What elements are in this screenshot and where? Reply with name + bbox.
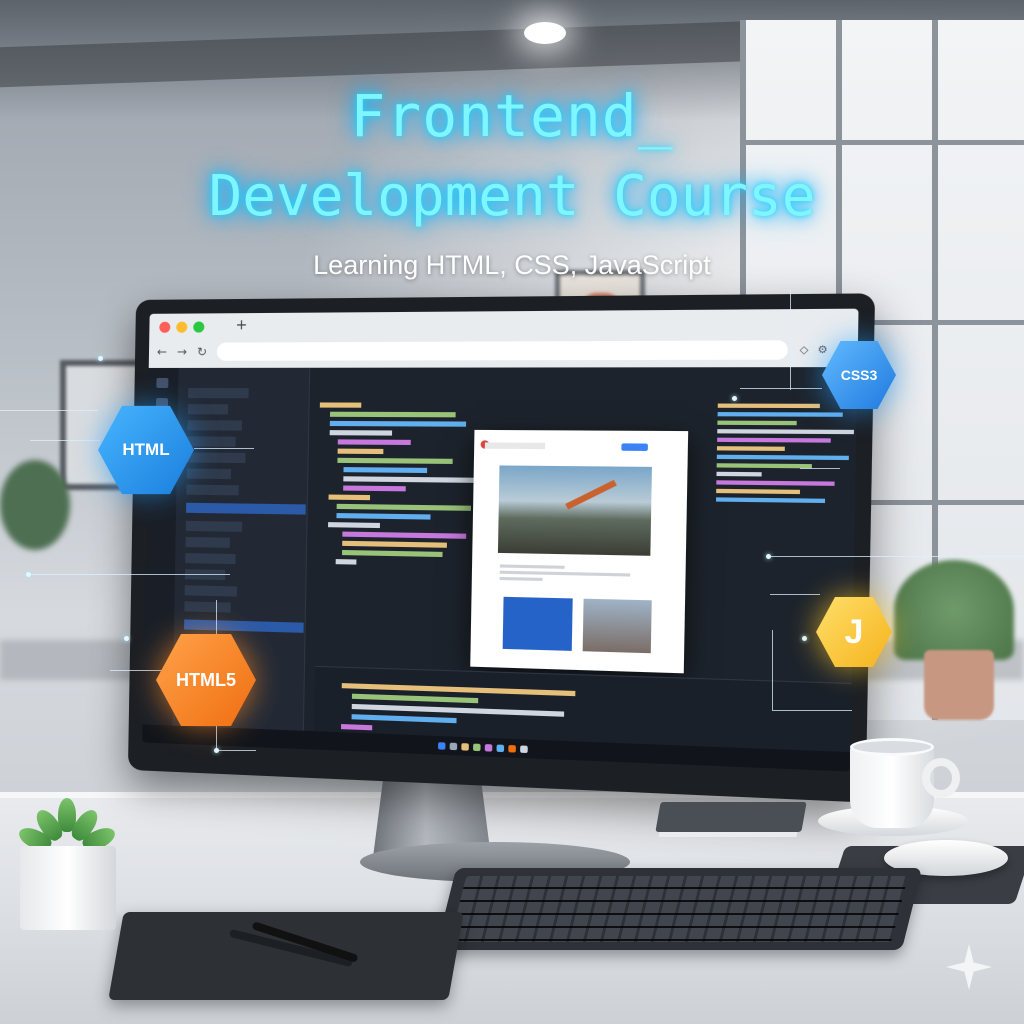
file-item[interactable] xyxy=(185,553,236,565)
code-pane xyxy=(317,398,477,571)
file-item[interactable] xyxy=(184,585,238,597)
file-item[interactable] xyxy=(187,436,236,447)
taskbar-app-icon[interactable] xyxy=(473,743,481,751)
forward-arrow-icon[interactable]: → xyxy=(177,345,187,359)
reload-icon[interactable]: ↻ xyxy=(197,345,207,359)
taskbar-app-icon[interactable] xyxy=(496,743,505,752)
taskbar-app-icon[interactable] xyxy=(508,744,516,753)
file-item-selected[interactable] xyxy=(184,619,304,633)
taskbar-app-icon[interactable] xyxy=(484,743,493,752)
file-item[interactable] xyxy=(186,468,232,480)
monitor-screen: + ← → ↻ ◇ ⚙ ⋮ xyxy=(142,308,859,772)
background-plant-left xyxy=(0,460,70,550)
taskbar-app-icon[interactable] xyxy=(449,742,458,750)
preview-header xyxy=(484,442,546,450)
preview-card-blue xyxy=(502,596,573,651)
notebook xyxy=(108,912,464,1000)
window-controls xyxy=(159,321,205,333)
background-plant-right xyxy=(894,560,1014,660)
title-line-2: Development Course xyxy=(208,164,816,229)
preview-hero-image xyxy=(497,465,652,556)
taskbar-app-icon[interactable] xyxy=(437,741,446,750)
title-line-1: Frontend_ xyxy=(350,82,674,150)
background-plant-pot xyxy=(924,650,994,720)
close-dot-icon[interactable] xyxy=(159,321,171,333)
monitor: + ← → ↻ ◇ ⚙ ⋮ xyxy=(127,293,876,803)
preview-text-lines xyxy=(499,561,653,586)
file-item[interactable] xyxy=(185,520,243,532)
taskbar-app-icon[interactable] xyxy=(520,744,528,753)
file-item-selected[interactable] xyxy=(186,502,306,515)
subtitle: Learning HTML, CSS, JavaScript xyxy=(313,250,711,280)
coffee-cup-handle xyxy=(922,758,960,798)
browser-chrome: + ← → ↻ ◇ ⚙ ⋮ xyxy=(148,308,859,368)
file-item[interactable] xyxy=(186,452,246,464)
url-bar[interactable] xyxy=(216,340,789,361)
file-item[interactable] xyxy=(187,404,229,415)
code-editor xyxy=(142,367,859,772)
succulent-pot xyxy=(20,846,116,930)
file-item[interactable] xyxy=(188,388,249,399)
coffee-cup-rim xyxy=(850,738,934,756)
new-tab-icon[interactable]: + xyxy=(235,317,247,333)
ceiling-lamp xyxy=(524,22,566,44)
preview-button[interactable] xyxy=(621,443,648,451)
file-item[interactable] xyxy=(186,484,239,496)
extension-icon[interactable]: ◇ xyxy=(799,344,808,356)
website-preview xyxy=(470,429,689,674)
minimize-dot-icon[interactable] xyxy=(176,321,188,333)
back-arrow-icon[interactable]: ← xyxy=(157,345,167,359)
file-item[interactable] xyxy=(185,536,230,548)
settings-icon[interactable]: ⚙ xyxy=(817,344,828,356)
file-item[interactable] xyxy=(187,420,242,431)
browser-nav-row: ← → ↻ ◇ ⚙ ⋮ xyxy=(157,339,849,362)
keyboard[interactable] xyxy=(435,868,923,950)
maximize-dot-icon[interactable] xyxy=(193,321,205,333)
coffee-cup xyxy=(850,744,934,828)
file-item[interactable] xyxy=(184,601,231,613)
preview-card-image xyxy=(582,598,652,654)
taskbar-app-icon[interactable] xyxy=(461,742,469,751)
code-pane-right xyxy=(715,399,859,508)
small-book xyxy=(655,802,807,832)
